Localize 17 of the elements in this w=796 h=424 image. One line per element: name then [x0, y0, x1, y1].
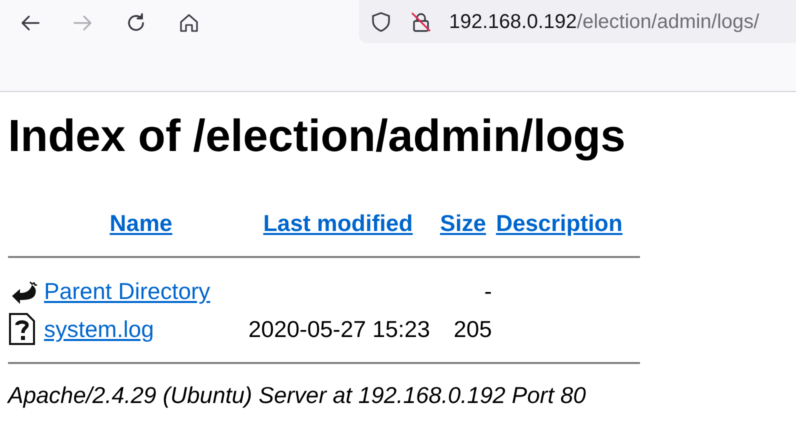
column-sort-link[interactable]: Size: [440, 210, 486, 236]
file-link[interactable]: Parent Directory: [44, 278, 210, 304]
modified-date: 2020-05-27 15:23: [248, 316, 430, 342]
column-sort-link[interactable]: Name: [110, 210, 172, 236]
url-text: 192.168.0.192/election/admin/logs/: [449, 10, 760, 34]
home-icon: [177, 11, 201, 35]
unknown-file-icon: [8, 313, 36, 345]
file-size: 205: [454, 316, 492, 342]
file-link[interactable]: system.log: [44, 316, 154, 342]
file-size: -: [484, 278, 492, 304]
shield-icon: [369, 10, 393, 34]
server-signature: Apache/2.4.29 (Ubuntu) Server at 192.168.0.192 Port 80: [8, 381, 587, 410]
column-sort-link[interactable]: Last modified: [263, 210, 413, 236]
insecure-lock-icon: [409, 10, 433, 34]
page-heading: Index of /election/admin/logs: [8, 113, 627, 158]
address-bar[interactable]: 192.168.0.192/election/admin/logs/: [359, 0, 796, 43]
column-sort-link[interactable]: Description: [496, 210, 622, 236]
